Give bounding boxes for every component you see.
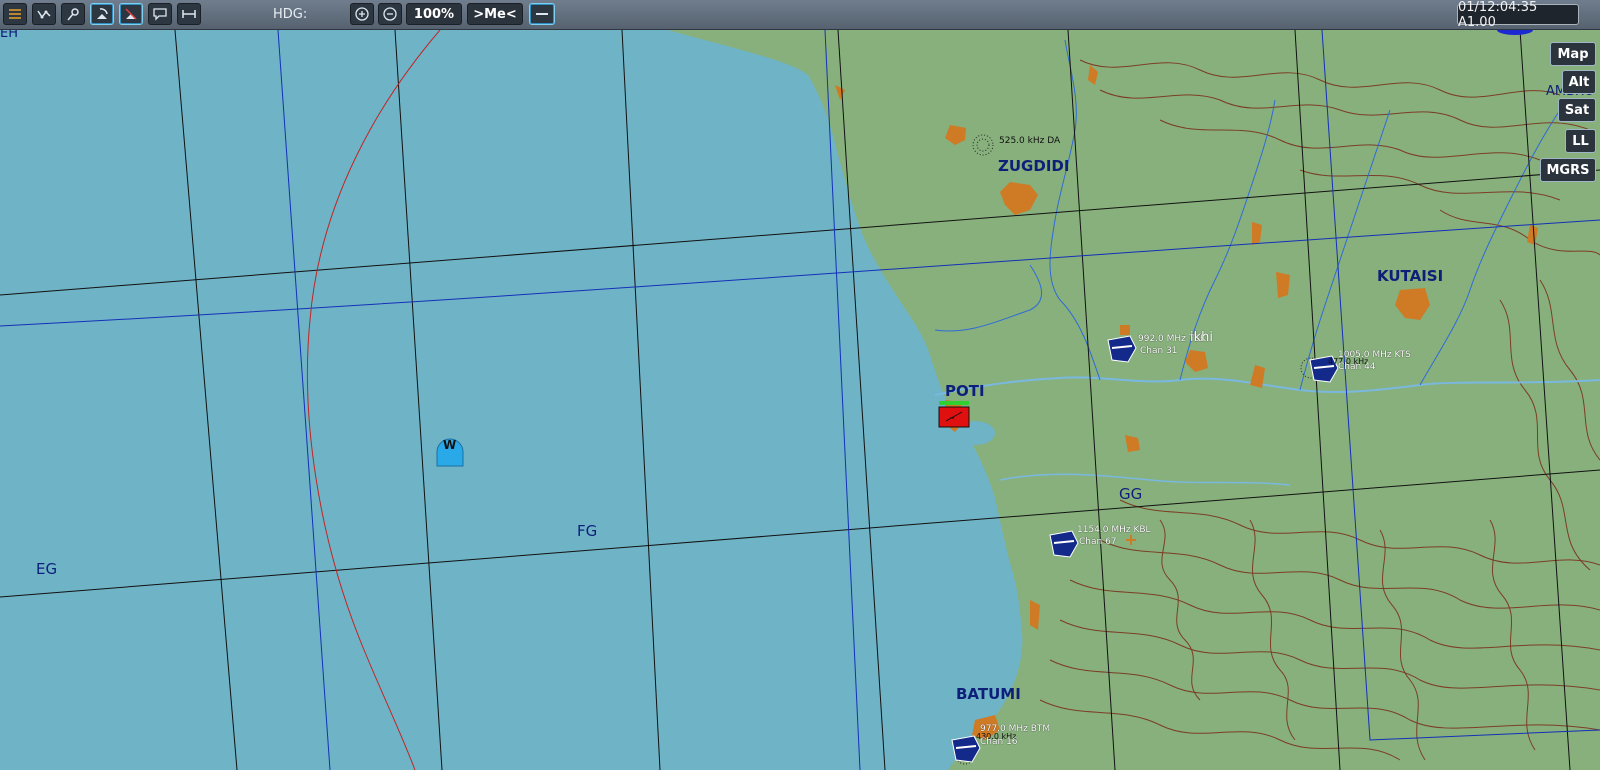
pin-icon	[67, 8, 79, 21]
menu-icon[interactable]	[3, 3, 27, 25]
radar-icon	[97, 8, 108, 19]
mgrs-label-fg: FG	[577, 522, 598, 540]
player-unit-marker	[938, 401, 970, 428]
hamburger-icon	[9, 9, 21, 19]
mgrs-label-gg: GG	[1119, 485, 1143, 503]
radar-off-layer-button[interactable]	[119, 3, 143, 25]
zoom-in-button[interactable]	[350, 3, 374, 25]
mgrs-toggle-button[interactable]: MGRS	[1540, 158, 1596, 182]
kutaisi-channel-label: Chan 44	[1338, 362, 1376, 372]
mgrs-label-eg: EG	[36, 560, 58, 578]
radar-layer-button[interactable]	[90, 3, 114, 25]
map-view[interactable]: ZUGDIDI KUTAISI POTI BATUMI EG FG GG EH …	[0, 30, 1600, 770]
minus-bar-icon	[536, 13, 548, 15]
heading-label: HDG:	[273, 7, 308, 22]
kobuleti-freq-label: 1154.0 MHz KBL	[1077, 525, 1151, 535]
map-layer-button[interactable]: Map	[1550, 42, 1596, 66]
zoom-level-display: 100%	[406, 3, 462, 25]
senaki-channel-label: Chan 31	[1140, 346, 1178, 356]
senaki-name-label: ikhi	[1190, 330, 1213, 345]
city-label-zugdidi: ZUGDIDI	[998, 157, 1070, 175]
latlong-toggle-button[interactable]: LL	[1565, 129, 1596, 153]
comment-icon	[153, 8, 167, 21]
city-label-batumi: BATUMI	[956, 685, 1021, 703]
city-label-poti: POTI	[945, 382, 985, 400]
radar-slash-icon	[125, 8, 137, 20]
collapse-panel-button[interactable]	[529, 3, 555, 25]
waypoint-label[interactable]: W	[443, 438, 456, 452]
batumi-channel-label: Chan 16	[980, 737, 1018, 747]
zoom-out-button[interactable]	[378, 3, 402, 25]
ruler-icon	[182, 10, 196, 18]
mgrs-label-partial: EH	[0, 30, 18, 41]
plus-circle-icon	[355, 7, 369, 21]
top-toolbar: HDG: 100% >Me< 01/12:04:35 A1.00	[0, 0, 1600, 30]
mission-time-display: 01/12:04:35 A1.00	[1457, 0, 1579, 30]
city-label-kutaisi: KUTAISI	[1377, 267, 1444, 285]
center-on-me-button[interactable]: >Me<	[467, 3, 523, 25]
route-tool-button[interactable]	[32, 3, 56, 25]
sat-layer-button[interactable]: Sat	[1558, 98, 1596, 122]
ndb-zugdidi-label: 525.0 kHz DA	[999, 136, 1061, 146]
kobuleti-channel-label: Chan 67	[1079, 537, 1117, 547]
map-canvas	[0, 30, 1600, 770]
minus-circle-icon	[383, 7, 397, 21]
ruler-tool-button[interactable]	[177, 3, 201, 25]
comment-tool-button[interactable]	[148, 3, 172, 25]
pin-tool-button[interactable]	[61, 3, 85, 25]
alt-layer-button[interactable]: Alt	[1562, 70, 1596, 94]
route-icon	[37, 10, 51, 19]
